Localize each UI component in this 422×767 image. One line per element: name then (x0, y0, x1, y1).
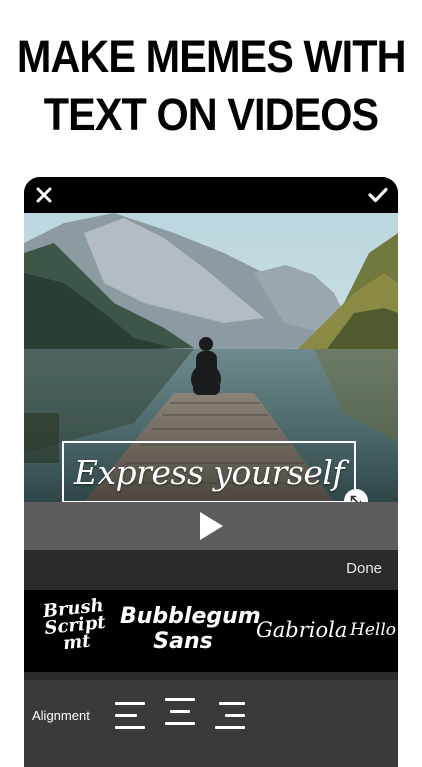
font-option-hello[interactable]: Hello B (350, 620, 398, 640)
font-option-label: Bubblegum (120, 604, 261, 629)
done-button[interactable]: Done (346, 560, 382, 577)
editor-top-bar (24, 177, 398, 213)
checkmark-icon[interactable] (364, 181, 392, 209)
font-picker: Brush Script mt Bubblegum Sans Gabriola … (24, 590, 398, 672)
font-option-gabriola[interactable]: Gabriola (256, 618, 347, 642)
font-option-bubblegum-sans[interactable]: Bubblegum Sans (120, 604, 261, 654)
text-overlay-box[interactable]: Express yourself (62, 441, 356, 502)
font-option-label: Sans (153, 629, 213, 654)
alignment-label: Alignment (32, 708, 90, 723)
editor-screen: Express yourself Done Brush Script mt Bu… (24, 177, 398, 767)
headline-line-1: MAKE MEMES WITH (16, 31, 407, 82)
font-toolbar-header: Done (24, 550, 398, 590)
divider (24, 672, 398, 680)
promo-headline: MAKE MEMES WITH TEXT ON VIDEOS (16, 28, 407, 144)
play-icon[interactable] (196, 510, 226, 542)
font-option-brush-script[interactable]: Brush Script mt (36, 595, 115, 654)
video-preview[interactable]: Express yourself (24, 213, 398, 502)
align-right-icon[interactable] (215, 698, 245, 734)
headline-line-2: TEXT ON VIDEOS (43, 89, 379, 140)
caption-text[interactable]: Express yourself (74, 453, 345, 492)
close-icon[interactable] (30, 181, 58, 209)
alignment-panel: Alignment (24, 680, 398, 767)
align-left-icon[interactable] (115, 698, 145, 734)
playback-bar (24, 502, 398, 550)
align-center-icon[interactable] (165, 698, 195, 734)
